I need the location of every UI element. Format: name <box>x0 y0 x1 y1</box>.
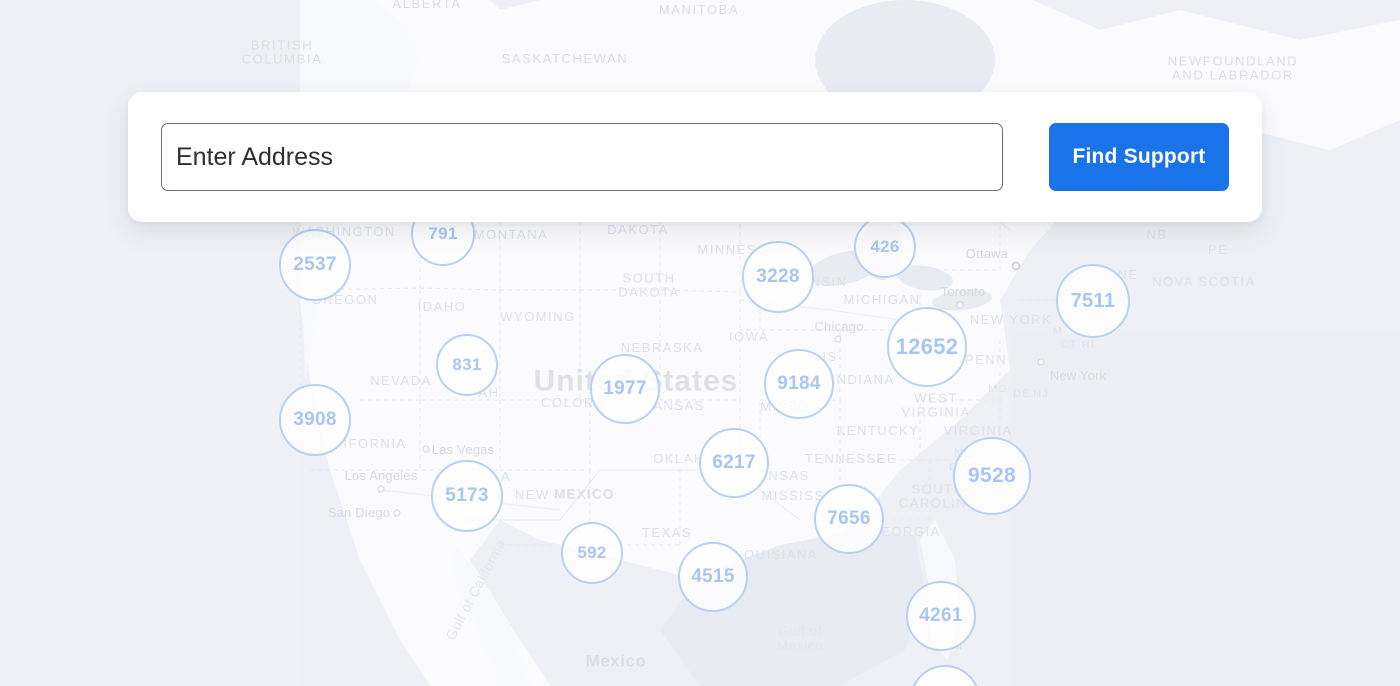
map-cluster-count: 5173 <box>445 485 489 506</box>
map-cluster-marker[interactable]: 5173 <box>431 460 503 532</box>
map-cluster-count: 9184 <box>777 373 821 394</box>
map-cluster-marker[interactable]: 1977 <box>590 354 660 424</box>
map-cluster-marker[interactable]: 9184 <box>764 349 834 419</box>
map-cluster-marker[interactable]: 592 <box>561 522 623 584</box>
city-dot-icon <box>1011 261 1021 271</box>
map-cluster-marker[interactable]: 7511 <box>1056 264 1130 338</box>
map-cluster-marker[interactable]: 3908 <box>279 384 351 456</box>
map-cluster-marker[interactable]: 12652 <box>887 307 967 387</box>
city-dot-icon <box>956 301 964 309</box>
map-cluster-marker[interactable]: 2537 <box>279 229 351 301</box>
city-dot-icon <box>393 509 401 517</box>
map-cluster-marker[interactable]: 6217 <box>699 428 769 498</box>
map-support-finder-page: .land { fill:#fbfbfd; } .land2 { fill:#f… <box>0 0 1400 686</box>
map-cluster-count: 1977 <box>603 378 647 399</box>
city-dot-icon <box>377 485 385 493</box>
city-dot-icon <box>834 335 842 343</box>
map-cluster-count: 426 <box>870 237 900 256</box>
map-cluster-count: 12652 <box>895 334 959 359</box>
find-support-button[interactable]: Find Support <box>1049 123 1229 191</box>
map-cluster-marker[interactable]: 4261 <box>906 581 976 651</box>
map-cluster-marker[interactable]: 4515 <box>678 542 748 612</box>
map-cluster-marker[interactable]: 3228 <box>742 241 814 313</box>
map-cluster-count: 592 <box>577 543 607 562</box>
map-cluster-count: 7511 <box>1070 289 1116 312</box>
map-cluster-count: 4261 <box>919 605 963 626</box>
map-cluster-count: 831 <box>452 355 482 374</box>
map-cluster-count: 7656 <box>827 508 871 529</box>
map-cluster-count: 3908 <box>293 409 337 430</box>
map-cluster-count: 3228 <box>756 266 800 287</box>
map-cluster-count: 4515 <box>691 566 735 587</box>
map-cluster-count: 6217 <box>712 452 756 473</box>
map-cluster-marker[interactable]: 831 <box>436 334 498 396</box>
map-cluster-count: 791 <box>428 224 458 243</box>
address-input[interactable] <box>161 123 1003 191</box>
map-cluster-count: 9528 <box>968 464 1016 487</box>
map-cluster-count: 2537 <box>293 254 337 275</box>
address-search-card: Find Support <box>128 92 1262 222</box>
city-dot-icon <box>1037 358 1045 366</box>
map-cluster-marker[interactable]: 7656 <box>814 484 884 554</box>
map-cluster-marker[interactable]: 426 <box>854 216 916 278</box>
city-dot-icon <box>422 445 430 453</box>
map-cluster-marker[interactable]: 9528 <box>953 437 1031 515</box>
